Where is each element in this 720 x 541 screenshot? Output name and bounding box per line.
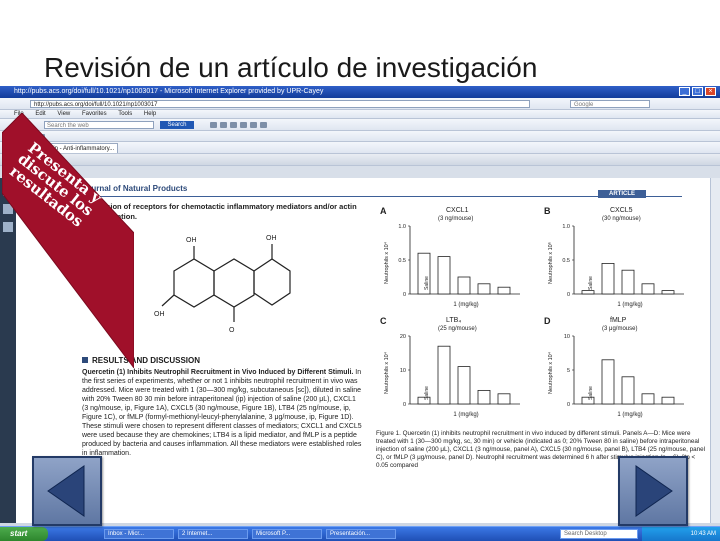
browser-search-input[interactable]: Google — [570, 100, 650, 108]
start-button[interactable]: start — [0, 527, 48, 541]
saline-label: Saline — [424, 386, 430, 400]
x-axis-label: 1 (mg/kg) — [453, 302, 478, 308]
next-slide-button[interactable] — [618, 456, 688, 526]
minimize-button[interactable]: _ — [679, 87, 690, 96]
taskbar-item[interactable]: 2 Internet... — [178, 529, 248, 539]
bar — [641, 393, 655, 405]
results-subheading: Quercetin (1) Inhibits Neutrophil Recrui… — [82, 369, 354, 376]
y-tick-label: 0 — [403, 292, 406, 298]
bar — [601, 359, 615, 405]
bar — [661, 396, 675, 405]
taskbar: start Inbox - Micr... 2 Internet... Micr… — [0, 526, 720, 541]
panel-title: CXCL5 — [610, 207, 633, 214]
panel-subtitle: (3 μg/mouse) — [602, 326, 637, 332]
y-tick-label: 0.5 — [562, 258, 570, 264]
previous-slide-button[interactable] — [32, 456, 102, 526]
bar — [641, 283, 655, 295]
triangle-right-icon — [635, 465, 673, 517]
y-axis-label: Neutrophils x 10⁴ — [547, 351, 554, 394]
quercetin-structure: OH OH OH O — [154, 235, 291, 334]
saline-label: Saline — [588, 276, 594, 290]
toolbar-icon[interactable] — [230, 122, 237, 128]
bar — [497, 286, 511, 295]
panel-title: fMLP — [610, 317, 627, 324]
bar — [477, 283, 491, 295]
toolbar-icon[interactable] — [210, 122, 217, 128]
bar — [621, 269, 635, 295]
triangle-left-icon — [47, 465, 85, 517]
svg-text:O: O — [229, 327, 235, 334]
panel-letter: D — [544, 316, 551, 326]
panel-subtitle: (3 ng/mouse) — [438, 216, 473, 222]
panel-letter: C — [380, 316, 387, 326]
panel-title: LTB₄ — [446, 317, 461, 324]
bar — [621, 376, 635, 405]
saline-label: Saline — [588, 386, 594, 400]
figure-1-panels: A CXCL1 (3 ng/mouse) Neutrophils x 10⁴ 0 0.5 1… — [380, 206, 684, 418]
x-axis-label: 1 (mg/kg) — [453, 412, 478, 418]
taskbar-item[interactable]: Microsoft P... — [252, 529, 322, 539]
y-tick-label: 10 — [564, 334, 570, 340]
y-axis-label: Neutrophils x 10⁴ — [383, 351, 390, 394]
bar — [601, 263, 615, 295]
y-tick-label: 0.5 — [398, 258, 406, 264]
results-text: In the first series of experiments, whet… — [82, 369, 362, 457]
y-tick-label: 0 — [567, 292, 570, 298]
window-controls: _ □ × — [679, 87, 716, 96]
system-tray: 10:43 AM — [642, 527, 720, 541]
taskbar-item[interactable]: Presentación... — [326, 529, 396, 539]
bar — [437, 345, 451, 405]
y-tick-label: 0 — [403, 402, 406, 408]
y-tick-label: 20 — [400, 334, 406, 340]
bar — [581, 290, 595, 295]
slide-title: Revisión de un artículo de investigación — [44, 52, 538, 83]
bar — [477, 389, 491, 405]
maximize-button[interactable]: □ — [692, 87, 703, 96]
svg-text:OH: OH — [266, 235, 277, 242]
panel-title: CXCL1 — [446, 207, 469, 214]
y-tick-label: 0 — [567, 402, 570, 408]
panel-letter: A — [380, 206, 387, 216]
bar — [437, 256, 451, 295]
bar — [661, 290, 675, 295]
address-bar-row: http://pubs.acs.org/doi/full/10.1021/np1… — [0, 98, 720, 110]
clock: 10:43 AM — [690, 531, 716, 537]
panel-letter: B — [544, 206, 551, 216]
y-tick-label: 1.0 — [398, 224, 406, 230]
y-tick-label: 5 — [567, 368, 570, 374]
svg-text:OH: OH — [186, 237, 197, 244]
x-axis-label: 1 (mg/kg) — [617, 302, 642, 308]
browser-title-text: http://pubs.acs.org/doi/full/10.1021/np1… — [14, 88, 324, 95]
desktop-search-input[interactable]: Search Desktop — [560, 529, 638, 539]
panel-subtitle: (25 ng/mouse) — [438, 326, 477, 332]
y-tick-label: 1.0 — [562, 224, 570, 230]
bar — [457, 276, 471, 295]
y-tick-label: 10 — [400, 368, 406, 374]
panel-subtitle: (30 ng/mouse) — [602, 216, 641, 222]
y-axis-label: Neutrophils x 10⁶ — [547, 242, 554, 284]
y-axis-label: Neutrophils x 10⁴ — [383, 241, 390, 284]
toolbar-icon[interactable] — [220, 122, 227, 128]
svg-text:OH: OH — [154, 311, 165, 318]
toolbar-icon[interactable] — [240, 122, 247, 128]
vertical-scrollbar[interactable] — [710, 178, 720, 523]
close-button[interactable]: × — [705, 87, 716, 96]
article-tag: ARTICLE — [598, 190, 646, 198]
x-axis-label: 1 (mg/kg) — [617, 412, 642, 418]
toolbar-icon[interactable] — [250, 122, 257, 128]
bar — [457, 366, 471, 405]
header-rule — [82, 196, 682, 197]
toolbar-icons — [210, 122, 267, 128]
address-input[interactable]: http://pubs.acs.org/doi/full/10.1021/np1… — [30, 100, 530, 108]
bar — [497, 393, 511, 405]
results-paragraph: Quercetin (1) Inhibits Neutrophil Recrui… — [82, 368, 364, 458]
toolbar-search-button[interactable]: Search — [160, 121, 194, 129]
menu-item-help[interactable]: Help — [144, 111, 156, 117]
taskbar-item[interactable]: Inbox - Micr... — [104, 529, 174, 539]
toolbar-icon[interactable] — [260, 122, 267, 128]
browser-title-bar: http://pubs.acs.org/doi/full/10.1021/np1… — [0, 86, 720, 98]
saline-label: Saline — [424, 276, 430, 290]
